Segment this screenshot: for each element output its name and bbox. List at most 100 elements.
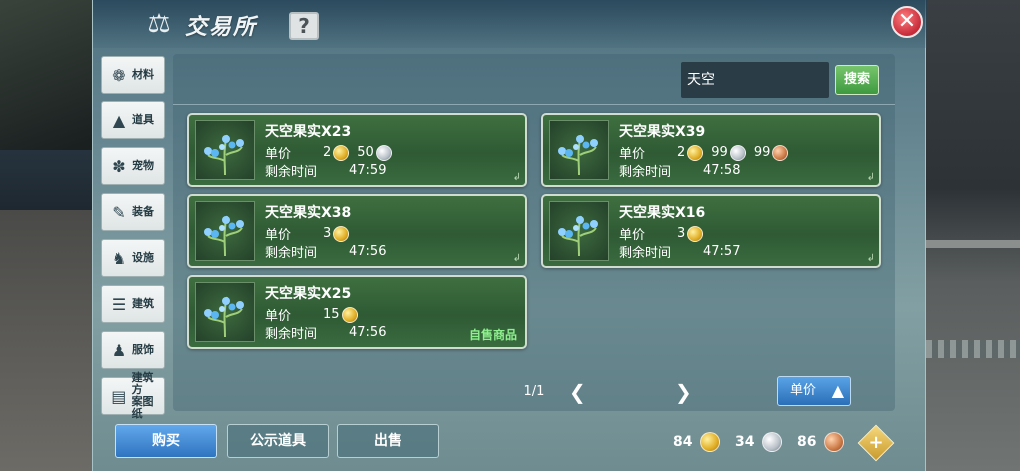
sidebar-item-equipment[interactable]: ✎ 装备 xyxy=(101,193,165,231)
price-gold: 3 xyxy=(323,226,332,241)
time-label: 剩余时间 xyxy=(619,165,672,180)
time-row: 剩余时间 47:56 xyxy=(265,323,386,342)
sidebar-label-line2: 案图纸 xyxy=(131,395,154,420)
gold-coin-icon xyxy=(687,144,704,161)
copper-coin-icon xyxy=(772,144,789,161)
item-name: 天空果实X23 xyxy=(265,124,352,140)
sky-fruit-icon xyxy=(195,282,255,342)
price-row: 单价 2 50 xyxy=(265,143,400,162)
search-button[interactable]: 搜索 xyxy=(835,65,879,95)
sort-by-price-button[interactable]: 单价 ▲ xyxy=(777,376,851,406)
listing-card[interactable]: 天空果实X25 单价 15 剩余时间 47:56 自售商品 xyxy=(187,275,527,349)
sell-button[interactable]: 出售 xyxy=(337,424,439,458)
time-remaining: 47:56 xyxy=(349,325,387,340)
public-items-button[interactable]: 公示道具 xyxy=(227,424,329,458)
sidebar-item-label: 道具 xyxy=(132,113,154,126)
copper-amount: 86 xyxy=(797,434,817,450)
add-currency-button[interactable]: + xyxy=(857,424,895,462)
scales-icon: ⚖ xyxy=(147,9,171,39)
time-row: 剩余时间 47:58 xyxy=(619,161,740,180)
time-label: 剩余时间 xyxy=(265,246,318,261)
exchange-panel: ⚖ 交易所 ? ✕ ❁ 材料 ▲ 道具 ✽ 宠物 ✎ 装备 ♞ 设施 ☰ 建筑 xyxy=(92,0,927,471)
time-label: 剩余时间 xyxy=(265,165,318,180)
facility-icon: ♞ xyxy=(111,248,127,268)
item-name: 天空果实X16 xyxy=(619,205,706,221)
sky-fruit-icon xyxy=(549,120,609,180)
price-gold: 15 xyxy=(323,307,340,322)
equipment-icon: ✎ xyxy=(112,202,126,222)
price-silver: 50 xyxy=(357,145,374,160)
sidebar-item-label: 材料 xyxy=(132,68,154,81)
time-remaining: 47:56 xyxy=(349,244,387,259)
blueprint-icon: ▤ xyxy=(111,386,127,406)
price-label: 单价 xyxy=(265,309,292,324)
sky-fruit-icon xyxy=(195,201,255,261)
silver-coin-icon xyxy=(729,144,746,161)
props-icon: ▲ xyxy=(112,110,126,130)
wallet-silver: 34 xyxy=(735,432,790,452)
item-name: 天空果实X25 xyxy=(265,286,352,302)
game-world-left xyxy=(0,0,92,471)
corner-mark-icon: ↲ xyxy=(866,253,875,264)
gold-coin-icon xyxy=(333,144,350,161)
time-remaining: 47:59 xyxy=(349,163,387,178)
search-input[interactable]: 天空 xyxy=(681,62,829,98)
wallet-copper: 86 xyxy=(797,432,852,452)
time-remaining: 47:57 xyxy=(703,244,741,259)
sort-label: 单价 xyxy=(790,383,817,398)
sidebar-item-building[interactable]: ☰ 建筑 xyxy=(101,285,165,323)
price-row: 单价 3 xyxy=(619,224,711,243)
wallet-gold: 84 xyxy=(673,432,728,452)
world-floor xyxy=(0,210,92,471)
silver-coin-icon xyxy=(762,432,783,452)
sidebar-item-blueprint[interactable]: ▤ 建筑方 案图纸 xyxy=(101,372,165,420)
corner-mark-icon: ↲ xyxy=(512,253,521,264)
world-ledge xyxy=(926,240,1020,248)
time-row: 剩余时间 47:56 xyxy=(265,242,386,261)
listing-card[interactable]: 天空果实X39 单价 2 99 99 剩余时间 47:58 ↲ xyxy=(541,113,881,187)
sidebar-item-label: 建筑 xyxy=(132,297,154,310)
next-page-button[interactable]: ❯ xyxy=(675,380,692,404)
gold-amount: 84 xyxy=(673,434,693,450)
sidebar-item-label: 设施 xyxy=(132,251,154,264)
sidebar-item-pets[interactable]: ✽ 宠物 xyxy=(101,147,165,185)
gold-coin-icon xyxy=(687,225,704,242)
price-copper: 99 xyxy=(753,145,771,160)
price-silver: 99 xyxy=(711,145,728,160)
price-row: 单价 15 xyxy=(265,305,366,324)
sidebar-item-materials[interactable]: ❁ 材料 xyxy=(101,56,165,94)
price-gold: 3 xyxy=(677,226,686,241)
price-label: 单价 xyxy=(619,228,646,243)
sidebar-label-line1: 建筑方 xyxy=(131,371,154,396)
time-label: 剩余时间 xyxy=(619,246,672,261)
price-gold: 2 xyxy=(677,145,686,160)
sidebar-item-label: 建筑方 案图纸 xyxy=(132,372,164,420)
time-remaining: 47:58 xyxy=(703,163,741,178)
game-world-right xyxy=(926,0,1020,471)
listing-card[interactable]: 天空果实X38 单价 3 剩余时间 47:56 ↲ xyxy=(187,194,527,268)
building-icon: ☰ xyxy=(111,294,127,314)
divider xyxy=(173,104,895,105)
sky-fruit-icon xyxy=(195,120,255,180)
time-row: 剩余时间 47:57 xyxy=(619,242,740,261)
sidebar-item-facility[interactable]: ♞ 设施 xyxy=(101,239,165,277)
sidebar-item-clothing[interactable]: ♟ 服饰 xyxy=(101,331,165,369)
price-label: 单价 xyxy=(265,147,292,162)
materials-icon: ❁ xyxy=(112,65,126,85)
gold-coin-icon xyxy=(333,225,350,242)
help-button[interactable]: ? xyxy=(289,12,319,40)
gold-coin-icon xyxy=(700,432,721,452)
buy-button[interactable]: 购买 xyxy=(115,424,217,458)
price-row: 单价 3 xyxy=(265,224,357,243)
silver-coin-icon xyxy=(375,144,392,161)
sidebar-item-props[interactable]: ▲ 道具 xyxy=(101,101,165,139)
corner-mark-icon: ↲ xyxy=(512,172,521,183)
clothing-icon: ♟ xyxy=(111,340,127,360)
price-gold: 2 xyxy=(323,145,332,160)
world-fence xyxy=(926,340,1020,358)
listing-card[interactable]: 天空果实X16 单价 3 剩余时间 47:57 ↲ xyxy=(541,194,881,268)
listing-card[interactable]: 天空果实X23 单价 2 50 剩余时间 47:59 ↲ xyxy=(187,113,527,187)
price-row: 单价 2 99 99 xyxy=(619,143,796,162)
close-button[interactable]: ✕ xyxy=(891,6,923,38)
item-name: 天空果实X39 xyxy=(619,124,706,140)
